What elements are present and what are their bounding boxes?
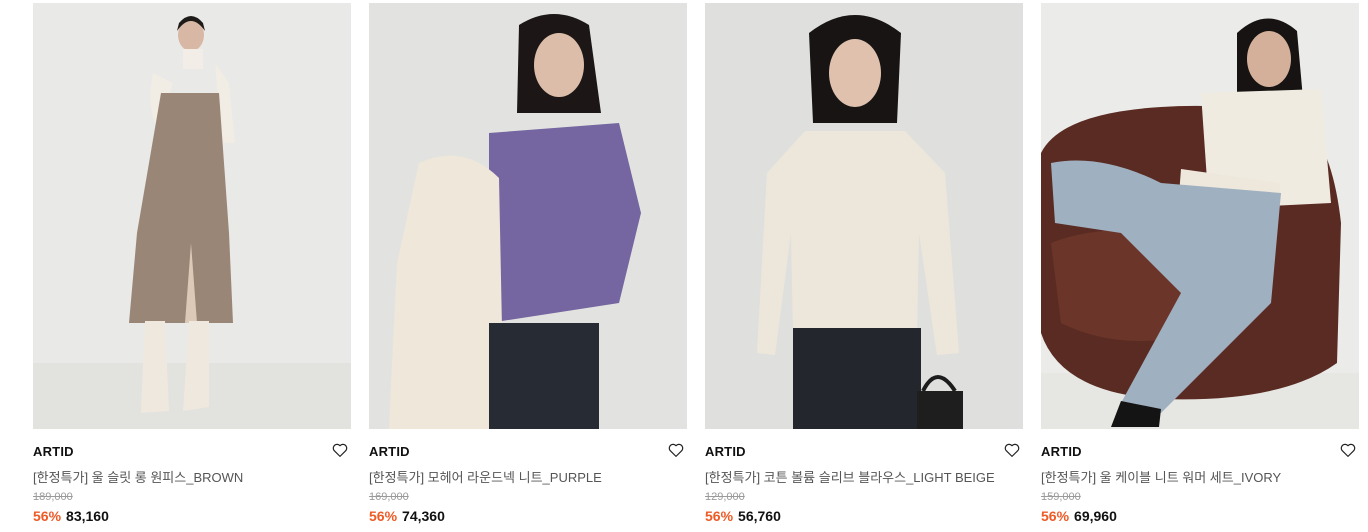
product-name[interactable]: [한정특가] 울 슬릿 롱 원피스_BROWN bbox=[33, 467, 333, 486]
product-photo-knit bbox=[369, 3, 687, 429]
brand-name[interactable]: ARTID bbox=[705, 444, 746, 459]
product-name[interactable]: [한정특가] 코튼 볼륨 슬리브 블라우스_LIGHT BEIGE bbox=[705, 467, 1005, 486]
discount-rate: 56% bbox=[705, 508, 734, 524]
original-price: 169,000 bbox=[369, 491, 409, 503]
sale-price: 56,760 bbox=[738, 508, 781, 524]
brand-name[interactable]: ARTID bbox=[1041, 444, 1082, 459]
product-image[interactable] bbox=[33, 3, 351, 429]
original-price: 159,000 bbox=[1041, 491, 1081, 503]
heart-outline-icon[interactable] bbox=[331, 441, 349, 459]
product-image[interactable] bbox=[369, 3, 687, 429]
price-row: 56% 83,160 bbox=[33, 508, 109, 524]
product-image[interactable] bbox=[705, 3, 1023, 429]
sale-price: 83,160 bbox=[66, 508, 109, 524]
sale-price: 69,960 bbox=[1074, 508, 1117, 524]
discount-rate: 56% bbox=[33, 508, 62, 524]
heart-outline-icon[interactable] bbox=[667, 441, 685, 459]
sale-price: 74,360 bbox=[402, 508, 445, 524]
price-row: 56% 74,360 bbox=[369, 508, 445, 524]
price-row: 56% 56,760 bbox=[705, 508, 781, 524]
product-card[interactable]: ARTID [한정특가] 울 케이블 니트 워머 세트_IVORY 159,00… bbox=[1041, 3, 1359, 532]
discount-rate: 56% bbox=[1041, 508, 1070, 524]
product-card[interactable]: ARTID [한정특가] 울 슬릿 롱 원피스_BROWN 189,000 56… bbox=[33, 3, 351, 532]
heart-outline-icon[interactable] bbox=[1339, 441, 1357, 459]
brand-name[interactable]: ARTID bbox=[33, 444, 74, 459]
price-row: 56% 69,960 bbox=[1041, 508, 1117, 524]
brand-name[interactable]: ARTID bbox=[369, 444, 410, 459]
original-price: 189,000 bbox=[33, 491, 73, 503]
original-price: 129,000 bbox=[705, 491, 745, 503]
discount-rate: 56% bbox=[369, 508, 398, 524]
product-card[interactable]: ARTID [한정특가] 모헤어 라운드넥 니트_PURPLE 169,000 … bbox=[369, 3, 687, 532]
product-photo-cable-knit bbox=[1041, 3, 1359, 429]
heart-outline-icon[interactable] bbox=[1003, 441, 1021, 459]
product-name[interactable]: [한정특가] 울 케이블 니트 워머 세트_IVORY bbox=[1041, 467, 1341, 486]
product-image[interactable] bbox=[1041, 3, 1359, 429]
product-photo-blouse bbox=[705, 3, 1023, 429]
product-name[interactable]: [한정특가] 모헤어 라운드넥 니트_PURPLE bbox=[369, 467, 669, 486]
product-grid: ARTID [한정특가] 울 슬릿 롱 원피스_BROWN 189,000 56… bbox=[0, 0, 1368, 532]
product-card[interactable]: ARTID [한정특가] 코튼 볼륨 슬리브 블라우스_LIGHT BEIGE … bbox=[705, 3, 1023, 532]
product-photo-dress bbox=[33, 3, 351, 429]
